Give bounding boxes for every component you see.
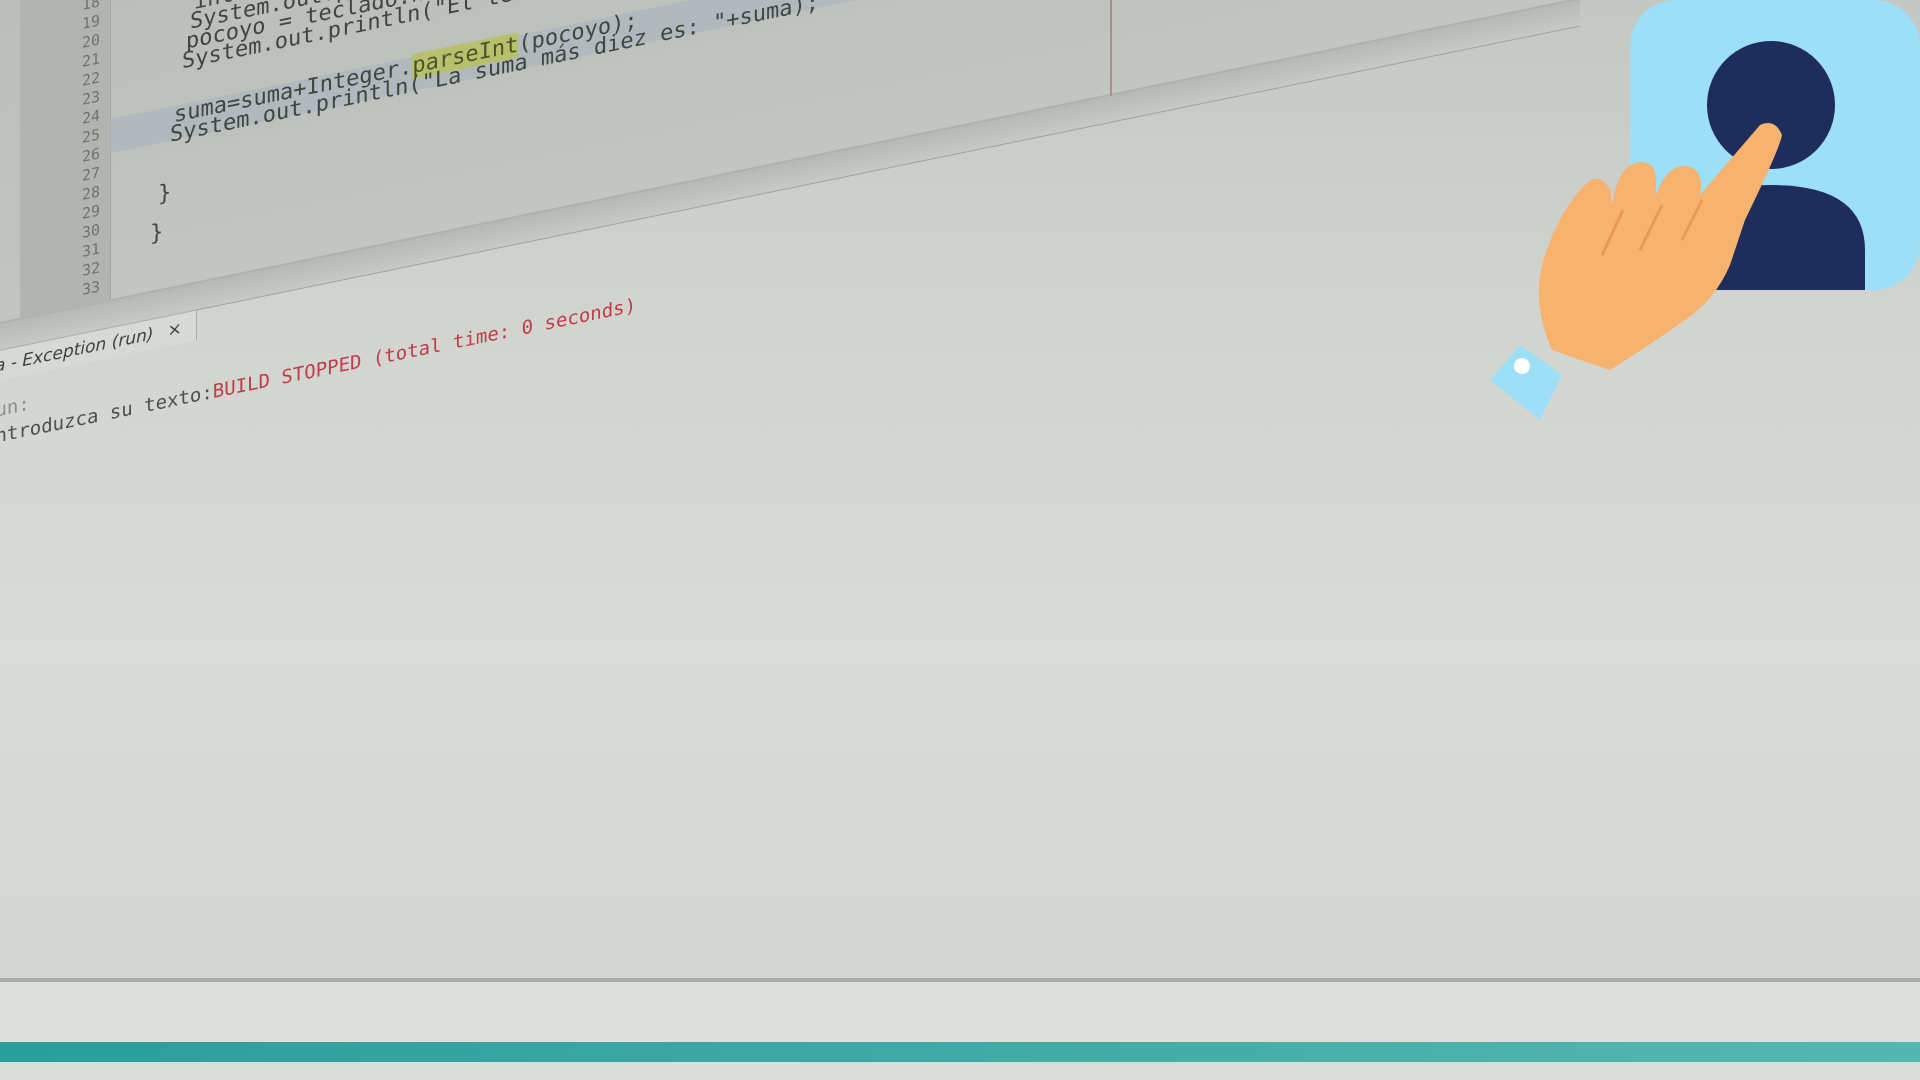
ide-window: 15161718192021222324252627282930313233 p… <box>0 0 1580 590</box>
screen-lower-area <box>0 982 1920 1042</box>
line-number-gutter: 15161718192021222324252627282930313233 <box>20 0 111 318</box>
code-line[interactable]: } <box>158 180 171 208</box>
console-build-status: BUILD STOPPED (total time: 0 seconds) <box>212 294 637 404</box>
code-text: } <box>158 179 172 208</box>
ide-screen-photo: 15161718192021222324252627282930313233 p… <box>0 0 1920 1080</box>
bottom-edge <box>0 1062 1920 1080</box>
click-user-icon <box>1490 0 1920 420</box>
close-icon[interactable]: × <box>168 318 182 341</box>
code-line[interactable]: } <box>150 219 163 247</box>
right-margin-line <box>1110 0 1112 104</box>
console-prompt-text: Introduzca su texto: <box>0 381 213 451</box>
taskbar-strip <box>0 1042 1920 1062</box>
code-text: } <box>150 219 164 247</box>
